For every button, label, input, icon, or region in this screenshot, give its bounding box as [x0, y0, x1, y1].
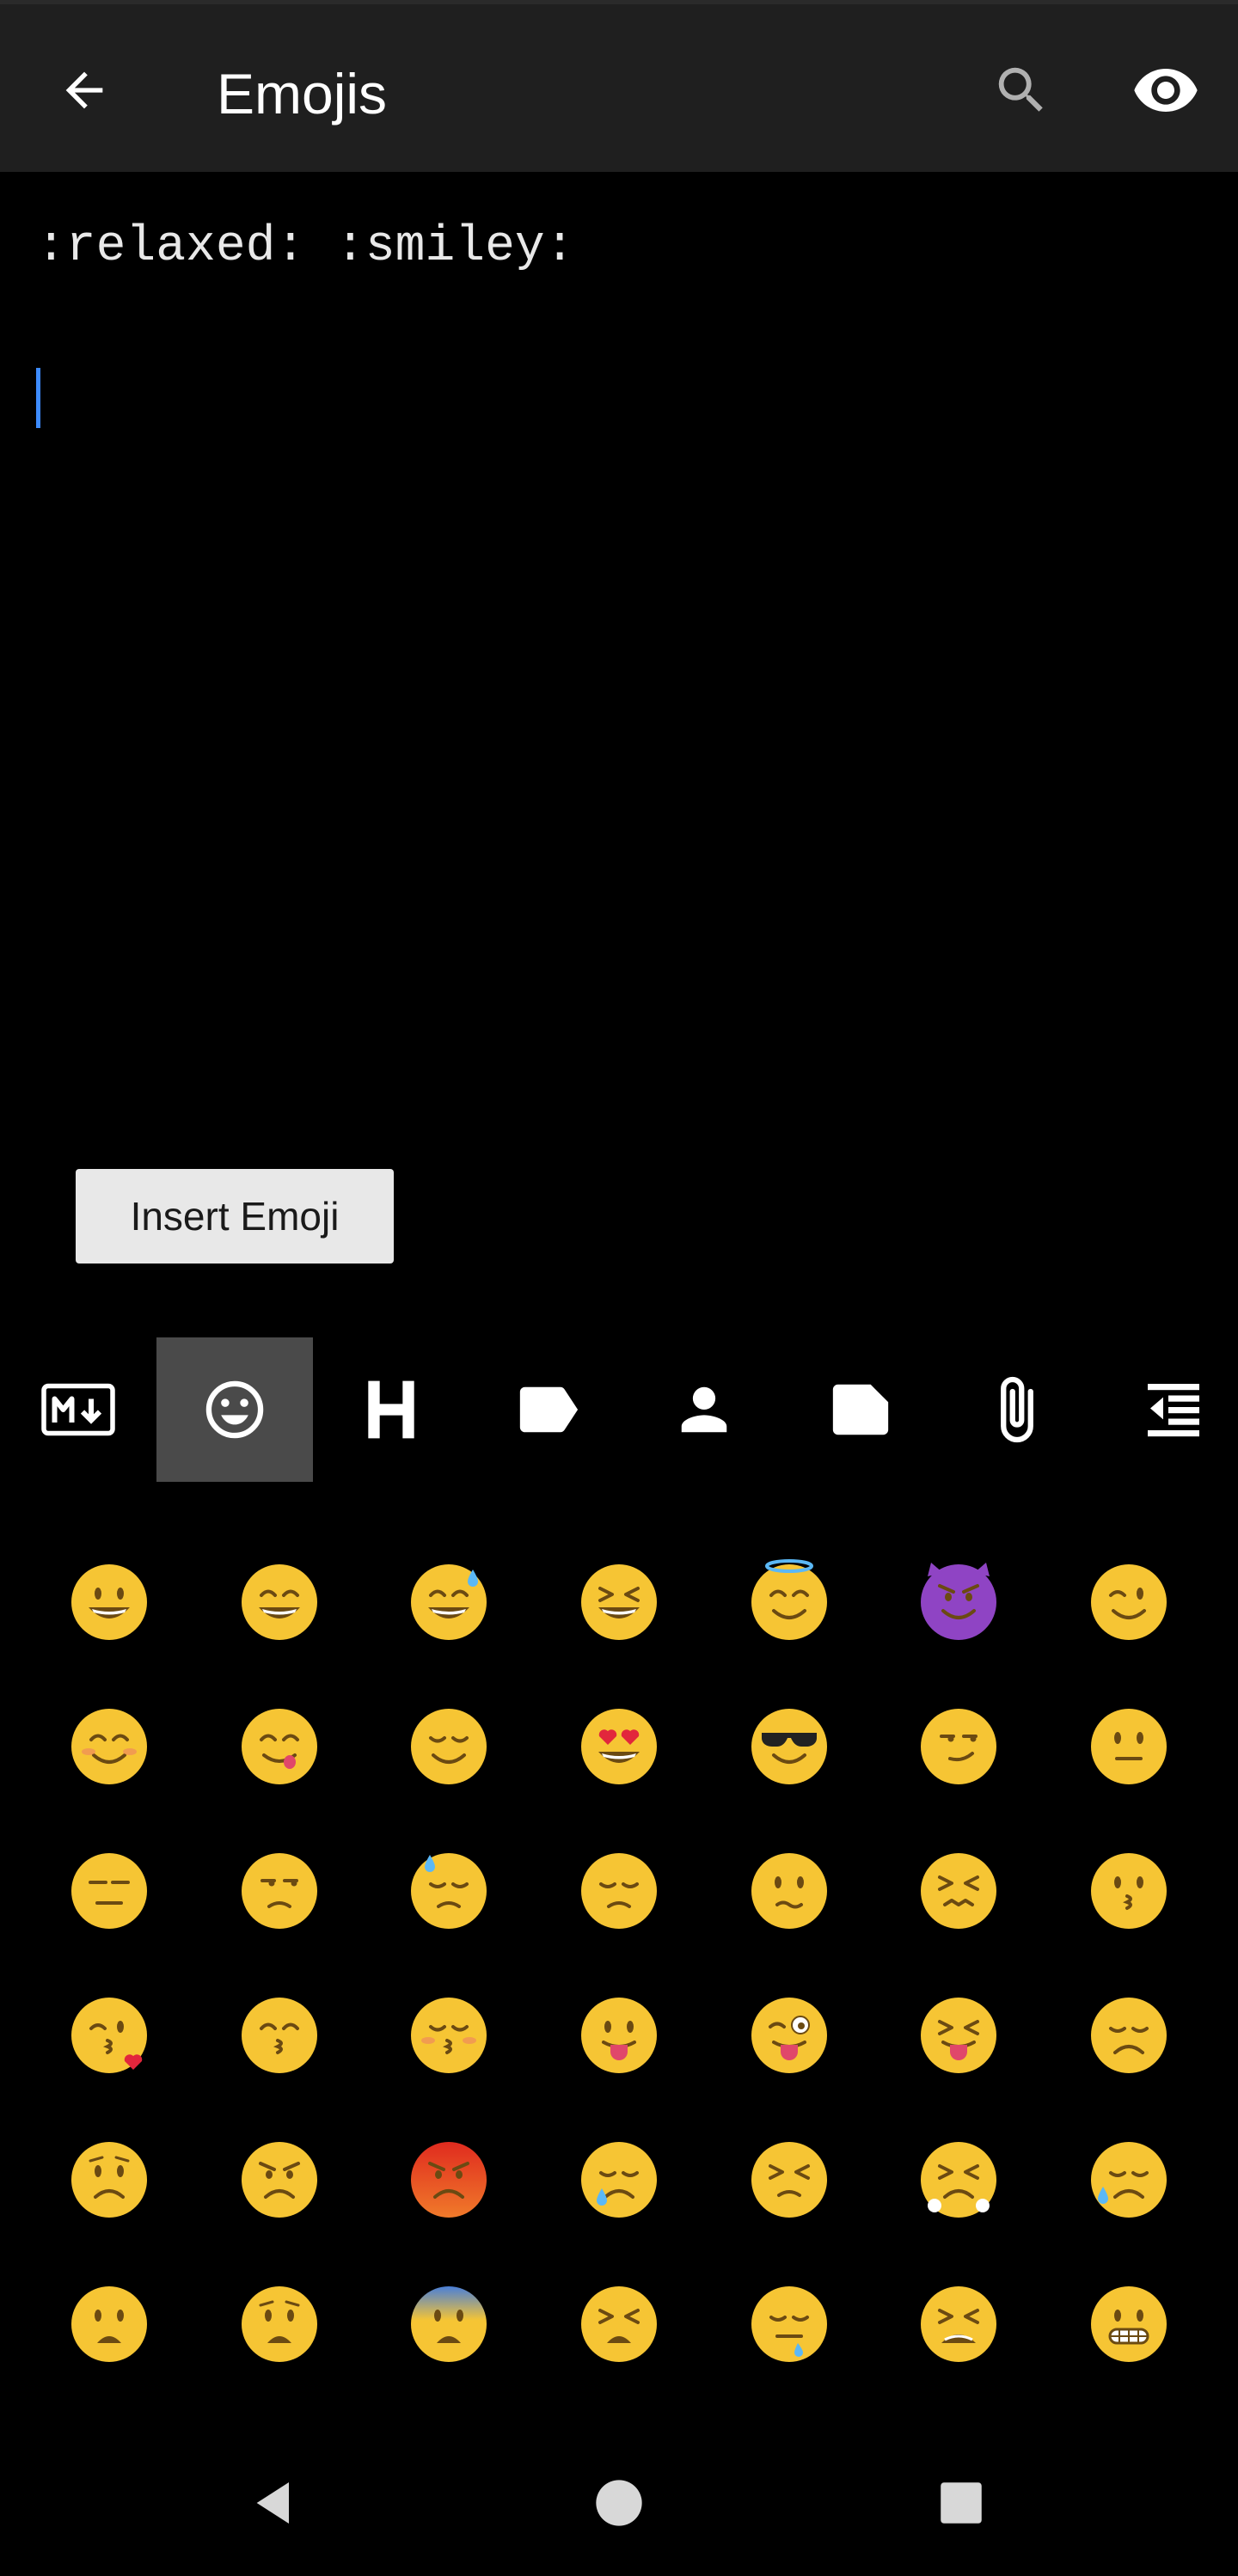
emoji-stuck-out-tongue-winking-eye[interactable]	[729, 1973, 849, 2094]
emoji-icon[interactable]	[156, 1337, 313, 1482]
emoji-expressionless[interactable]	[49, 1829, 169, 1949]
nav-recents-icon[interactable]	[918, 2460, 1004, 2546]
emoji-smiling-imp[interactable]	[898, 1540, 1019, 1661]
text-caret	[36, 368, 40, 428]
format-toolbar	[0, 1337, 1238, 1482]
insert-emoji-button[interactable]: Insert Emoji	[76, 1169, 394, 1264]
markdown-editor[interactable]: :relaxed: :smiley:	[0, 172, 1238, 1324]
emoji-innocent[interactable]	[729, 1540, 849, 1661]
emoji-wink[interactable]	[1069, 1540, 1189, 1661]
emoji-smile[interactable]	[219, 1540, 340, 1661]
emoji-cry[interactable]	[559, 2118, 679, 2238]
emoji-stuck-out-tongue-closed-eyes[interactable]	[898, 1973, 1019, 2094]
emoji-weary[interactable]	[559, 2262, 679, 2383]
emoji-triumph[interactable]	[898, 2118, 1019, 2238]
emoji-frowning[interactable]	[49, 2262, 169, 2383]
emoji-smiley[interactable]	[49, 1540, 169, 1661]
emoji-kissing-smiling-eyes[interactable]	[219, 1973, 340, 2094]
markdown-icon[interactable]	[0, 1337, 156, 1482]
emoji-persevere[interactable]	[729, 2118, 849, 2238]
emoji-sleepy[interactable]	[729, 2262, 849, 2383]
emoji-sweat-smile[interactable]	[389, 1540, 509, 1661]
emoji-kissing-closed-eyes[interactable]	[389, 1973, 509, 2094]
emoji-unamused[interactable]	[219, 1829, 340, 1949]
heading-icon[interactable]	[313, 1337, 469, 1482]
system-nav-bar	[0, 2434, 1238, 2576]
emoji-confused[interactable]	[729, 1829, 849, 1949]
emoji-blush[interactable]	[49, 1685, 169, 1805]
emoji-disappointed-relieved[interactable]	[1069, 2118, 1189, 2238]
emoji-stuck-out-tongue[interactable]	[559, 1973, 679, 2094]
page-title: Emojis	[217, 62, 388, 125]
app-bar: Emojis	[0, 0, 1238, 172]
emoji-smirk[interactable]	[898, 1685, 1019, 1805]
nav-home-icon[interactable]	[576, 2460, 662, 2546]
emoji-yum[interactable]	[219, 1685, 340, 1805]
person-icon[interactable]	[626, 1337, 782, 1482]
emoji-rage[interactable]	[389, 2118, 509, 2238]
emoji-kissing-heart[interactable]	[49, 1973, 169, 2094]
tag-icon[interactable]	[469, 1337, 626, 1482]
emoji-worried[interactable]	[49, 2118, 169, 2238]
emoji-neutral-face[interactable]	[1069, 1685, 1189, 1805]
nav-back-icon[interactable]	[232, 2460, 318, 2546]
emoji-sweat[interactable]	[389, 1829, 509, 1949]
emoji-angry[interactable]	[219, 2118, 340, 2238]
emoji-anguished[interactable]	[219, 2262, 340, 2383]
format-indent-decrease-icon[interactable]	[1095, 1337, 1238, 1482]
emoji-confounded[interactable]	[898, 1829, 1019, 1949]
emoji-sunglasses[interactable]	[729, 1685, 849, 1805]
search-icon[interactable]	[985, 54, 1057, 126]
arrow-back-icon[interactable]	[48, 54, 120, 126]
emoji-tired-face[interactable]	[898, 2262, 1019, 2383]
emoji-laughing[interactable]	[559, 1540, 679, 1661]
eye-icon[interactable]	[1130, 54, 1202, 126]
attachment-icon[interactable]	[939, 1337, 1095, 1482]
emoji-grimacing[interactable]	[1069, 2262, 1189, 2383]
emoji-heart-eyes[interactable]	[559, 1685, 679, 1805]
emoji-pensive[interactable]	[559, 1829, 679, 1949]
emoji-disappointed[interactable]	[1069, 1973, 1189, 2094]
editor-text[interactable]: :relaxed: :smiley:	[36, 217, 575, 278]
emoji-kissing[interactable]	[1069, 1829, 1189, 1949]
emoji-relieved[interactable]	[389, 1685, 509, 1805]
emoji-cold-sweat[interactable]	[389, 2262, 509, 2383]
note-icon[interactable]	[782, 1337, 939, 1482]
